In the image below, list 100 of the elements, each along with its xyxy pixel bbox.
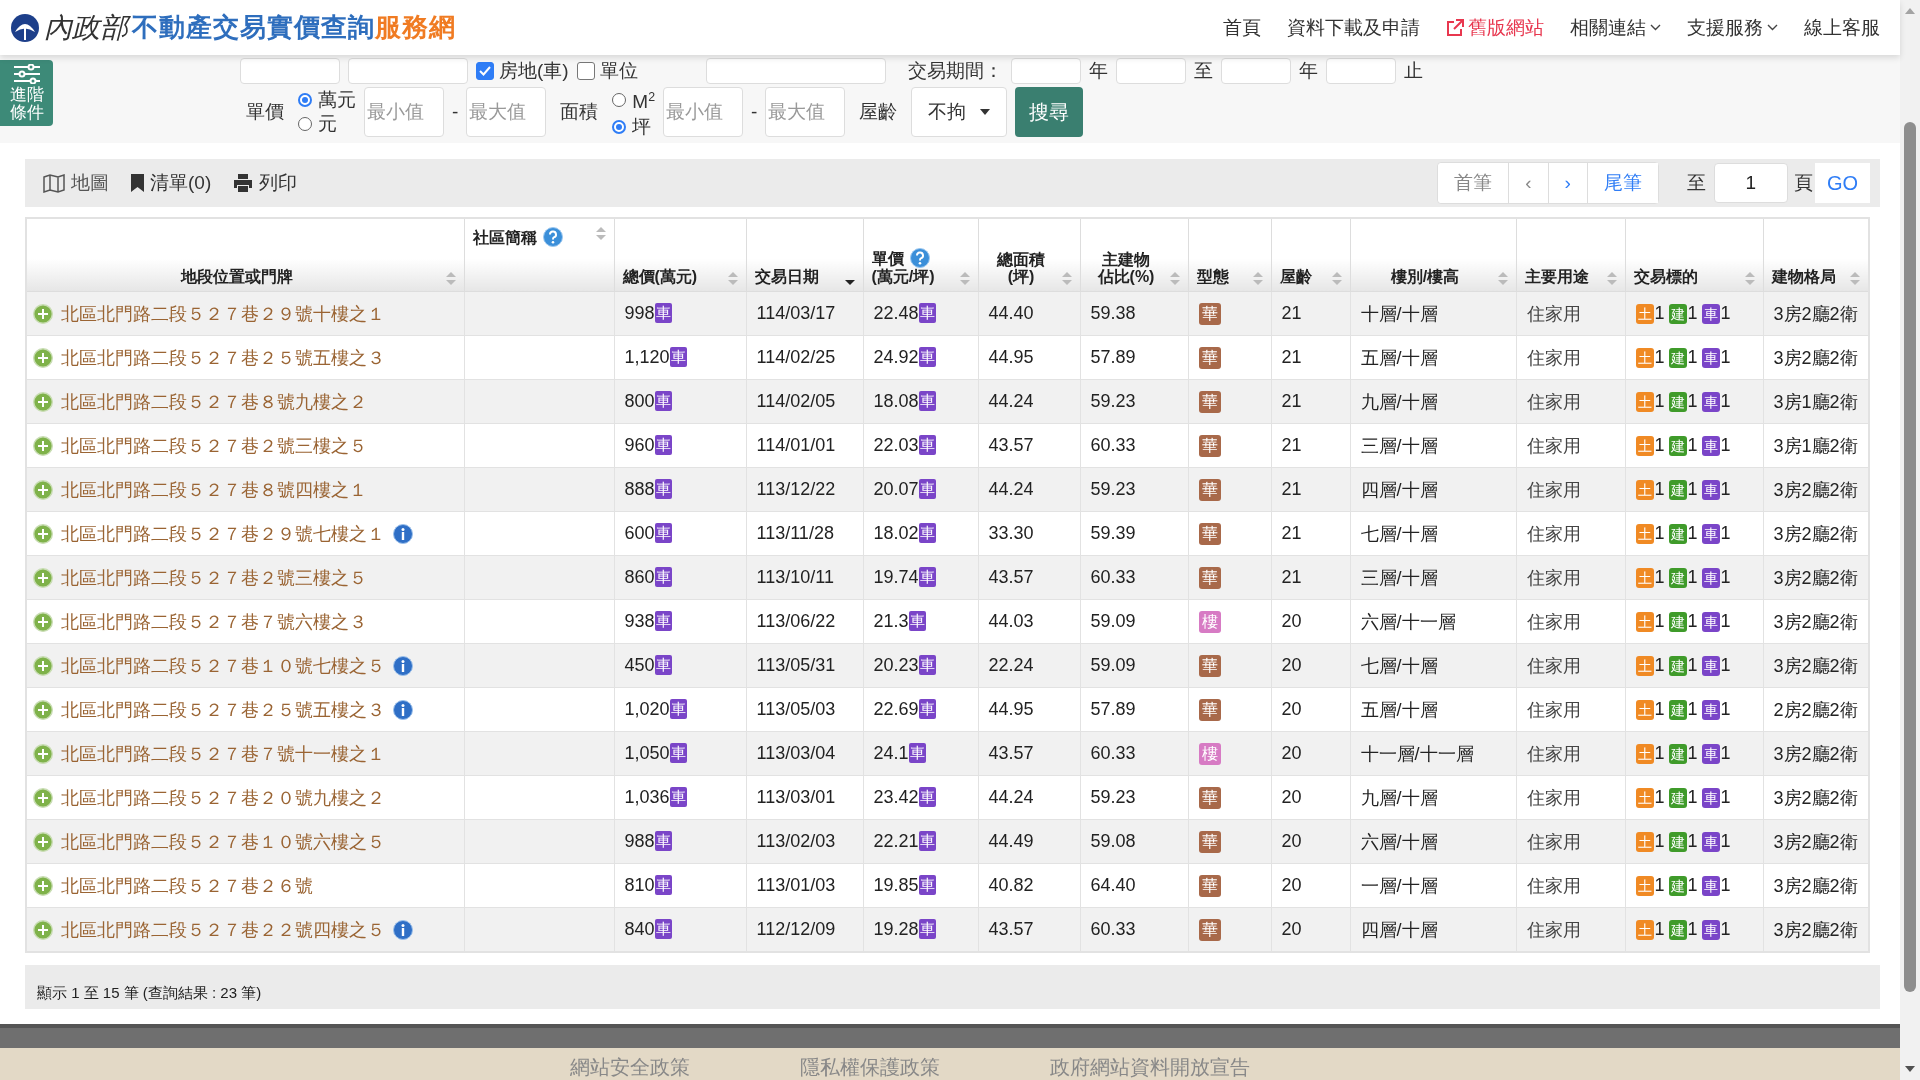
- price-text: 18.08: [873, 391, 919, 411]
- text-field[interactable]: [705, 58, 886, 84]
- expand-icon[interactable]: [33, 743, 53, 764]
- expand-icon[interactable]: [33, 523, 53, 544]
- expand-icon[interactable]: [33, 567, 53, 588]
- target-count: 1: [1654, 699, 1665, 720]
- radio-option[interactable]: 坪: [612, 115, 656, 138]
- nav-link[interactable]: 線上客服: [1804, 14, 1880, 41]
- layout-text: 3房2廳2衛: [1773, 655, 1858, 676]
- radio-option[interactable]: 元: [298, 113, 356, 135]
- checkbox[interactable]: 單位: [576, 58, 638, 84]
- type-badge: 華: [1198, 390, 1221, 413]
- price-text: 860: [624, 567, 655, 587]
- price-text: 19.28: [873, 919, 919, 939]
- footer-link[interactable]: 網站安全政策: [570, 1054, 690, 1080]
- info-icon[interactable]: [393, 655, 413, 676]
- toolbar-button[interactable]: 列印: [233, 170, 298, 196]
- ratio-text: 64.40: [1090, 875, 1136, 895]
- target-badge: 建: [1668, 391, 1687, 412]
- floor-text: 四層/十層: [1360, 479, 1438, 500]
- expand-icon[interactable]: [33, 347, 53, 368]
- layout-text: 3房2廳2衛: [1773, 567, 1858, 588]
- price-text: 22.03: [873, 435, 919, 455]
- expand-icon[interactable]: [33, 611, 53, 632]
- ratio-text: 59.23: [1090, 479, 1136, 499]
- field-label: 屋齡: [859, 100, 898, 124]
- target-badge: 車: [1701, 875, 1720, 896]
- year-field[interactable]: [1220, 58, 1291, 84]
- expand-icon[interactable]: [33, 699, 53, 720]
- expand-icon[interactable]: [33, 875, 53, 896]
- info-icon[interactable]: [393, 523, 413, 544]
- year-field[interactable]: [1115, 58, 1186, 84]
- radio-option[interactable]: M$^{2}$: [612, 86, 656, 114]
- area-text: 44.95: [988, 699, 1034, 719]
- help-icon[interactable]: [542, 227, 563, 247]
- toolbar-button[interactable]: 地圖: [43, 170, 109, 196]
- target-badge: 車: [1701, 479, 1720, 500]
- max-field[interactable]: 最大值: [466, 87, 547, 137]
- layout-text: 2房2廳2衛: [1773, 699, 1858, 720]
- expand-icon[interactable]: [33, 303, 53, 324]
- target-badge: 建: [1668, 655, 1687, 676]
- page-field[interactable]: 1: [1713, 163, 1788, 203]
- price-text: 960: [624, 435, 655, 455]
- date-text: 113/03/01: [756, 787, 836, 807]
- date-text: 113/05/03: [756, 699, 836, 719]
- column-header: 交易標的: [1633, 268, 1699, 285]
- max-field[interactable]: 最大值: [765, 87, 846, 137]
- expand-icon[interactable]: [33, 655, 53, 676]
- target-badge: 建: [1668, 875, 1687, 896]
- expand-icon[interactable]: [33, 391, 53, 412]
- ratio-text: 59.23: [1090, 787, 1136, 807]
- target-count: 1: [1687, 787, 1698, 808]
- checkmark-icon: [479, 66, 491, 76]
- use-text: 住家用: [1526, 567, 1581, 588]
- car-badge: 車: [918, 347, 936, 367]
- expand-icon[interactable]: [33, 435, 53, 456]
- search-button[interactable]: 搜尋: [1015, 87, 1084, 137]
- age-select[interactable]: 不拘: [911, 87, 1008, 137]
- use-text: 住家用: [1526, 831, 1581, 852]
- nav-link[interactable]: 舊版網站: [1446, 14, 1544, 41]
- year-field[interactable]: [1325, 58, 1396, 84]
- min-field[interactable]: 最小值: [364, 87, 444, 137]
- ratio-text: 59.39: [1090, 523, 1136, 543]
- car-badge: 車: [654, 919, 672, 939]
- nav-link[interactable]: 資料下載及申請: [1287, 14, 1420, 41]
- price-text: 810: [624, 875, 655, 895]
- radio-option[interactable]: 萬元: [298, 89, 356, 111]
- column-header: 交易日期: [754, 268, 820, 285]
- checkbox[interactable]: 房地(車): [476, 58, 569, 84]
- nav-menu[interactable]: 相關連結: [1570, 14, 1661, 41]
- car-badge: 車: [918, 567, 936, 587]
- info-icon[interactable]: [393, 919, 413, 940]
- car-badge: 車: [669, 787, 687, 807]
- text-field[interactable]: [348, 58, 468, 84]
- expand-icon[interactable]: [33, 787, 53, 808]
- price-text: 23.42: [873, 787, 919, 807]
- expand-icon[interactable]: [33, 919, 53, 940]
- info-icon[interactable]: [393, 699, 413, 720]
- toolbar-button[interactable]: 清單(0): [131, 170, 212, 196]
- year-field[interactable]: [1010, 58, 1081, 84]
- nav-link[interactable]: 首頁: [1223, 14, 1261, 41]
- footer-link[interactable]: 政府網站資料開放宣告: [1050, 1054, 1250, 1080]
- scrollbar[interactable]: [1900, 0, 1920, 1080]
- help-icon[interactable]: [909, 248, 930, 268]
- target-badge: 車: [1701, 523, 1720, 544]
- target-badge: 車: [1701, 347, 1720, 368]
- expand-icon[interactable]: [33, 479, 53, 500]
- text-field[interactable]: [240, 58, 340, 84]
- advanced-filter-button[interactable]: 進階條件: [0, 60, 53, 126]
- use-text: 住家用: [1526, 699, 1581, 720]
- min-field[interactable]: 最小值: [663, 87, 744, 137]
- target-count: 1: [1687, 523, 1698, 544]
- use-text: 住家用: [1526, 655, 1581, 676]
- pager-button[interactable]: 尾筆: [1586, 163, 1658, 203]
- footer-link[interactable]: 隱私權保護政策: [800, 1054, 940, 1080]
- expand-icon[interactable]: [33, 831, 53, 852]
- date-text: 113/11/28: [756, 523, 834, 543]
- nav-menu[interactable]: 支援服務: [1687, 14, 1778, 41]
- target-badge: 建: [1668, 699, 1687, 720]
- go-button[interactable]: GO: [1814, 163, 1870, 203]
